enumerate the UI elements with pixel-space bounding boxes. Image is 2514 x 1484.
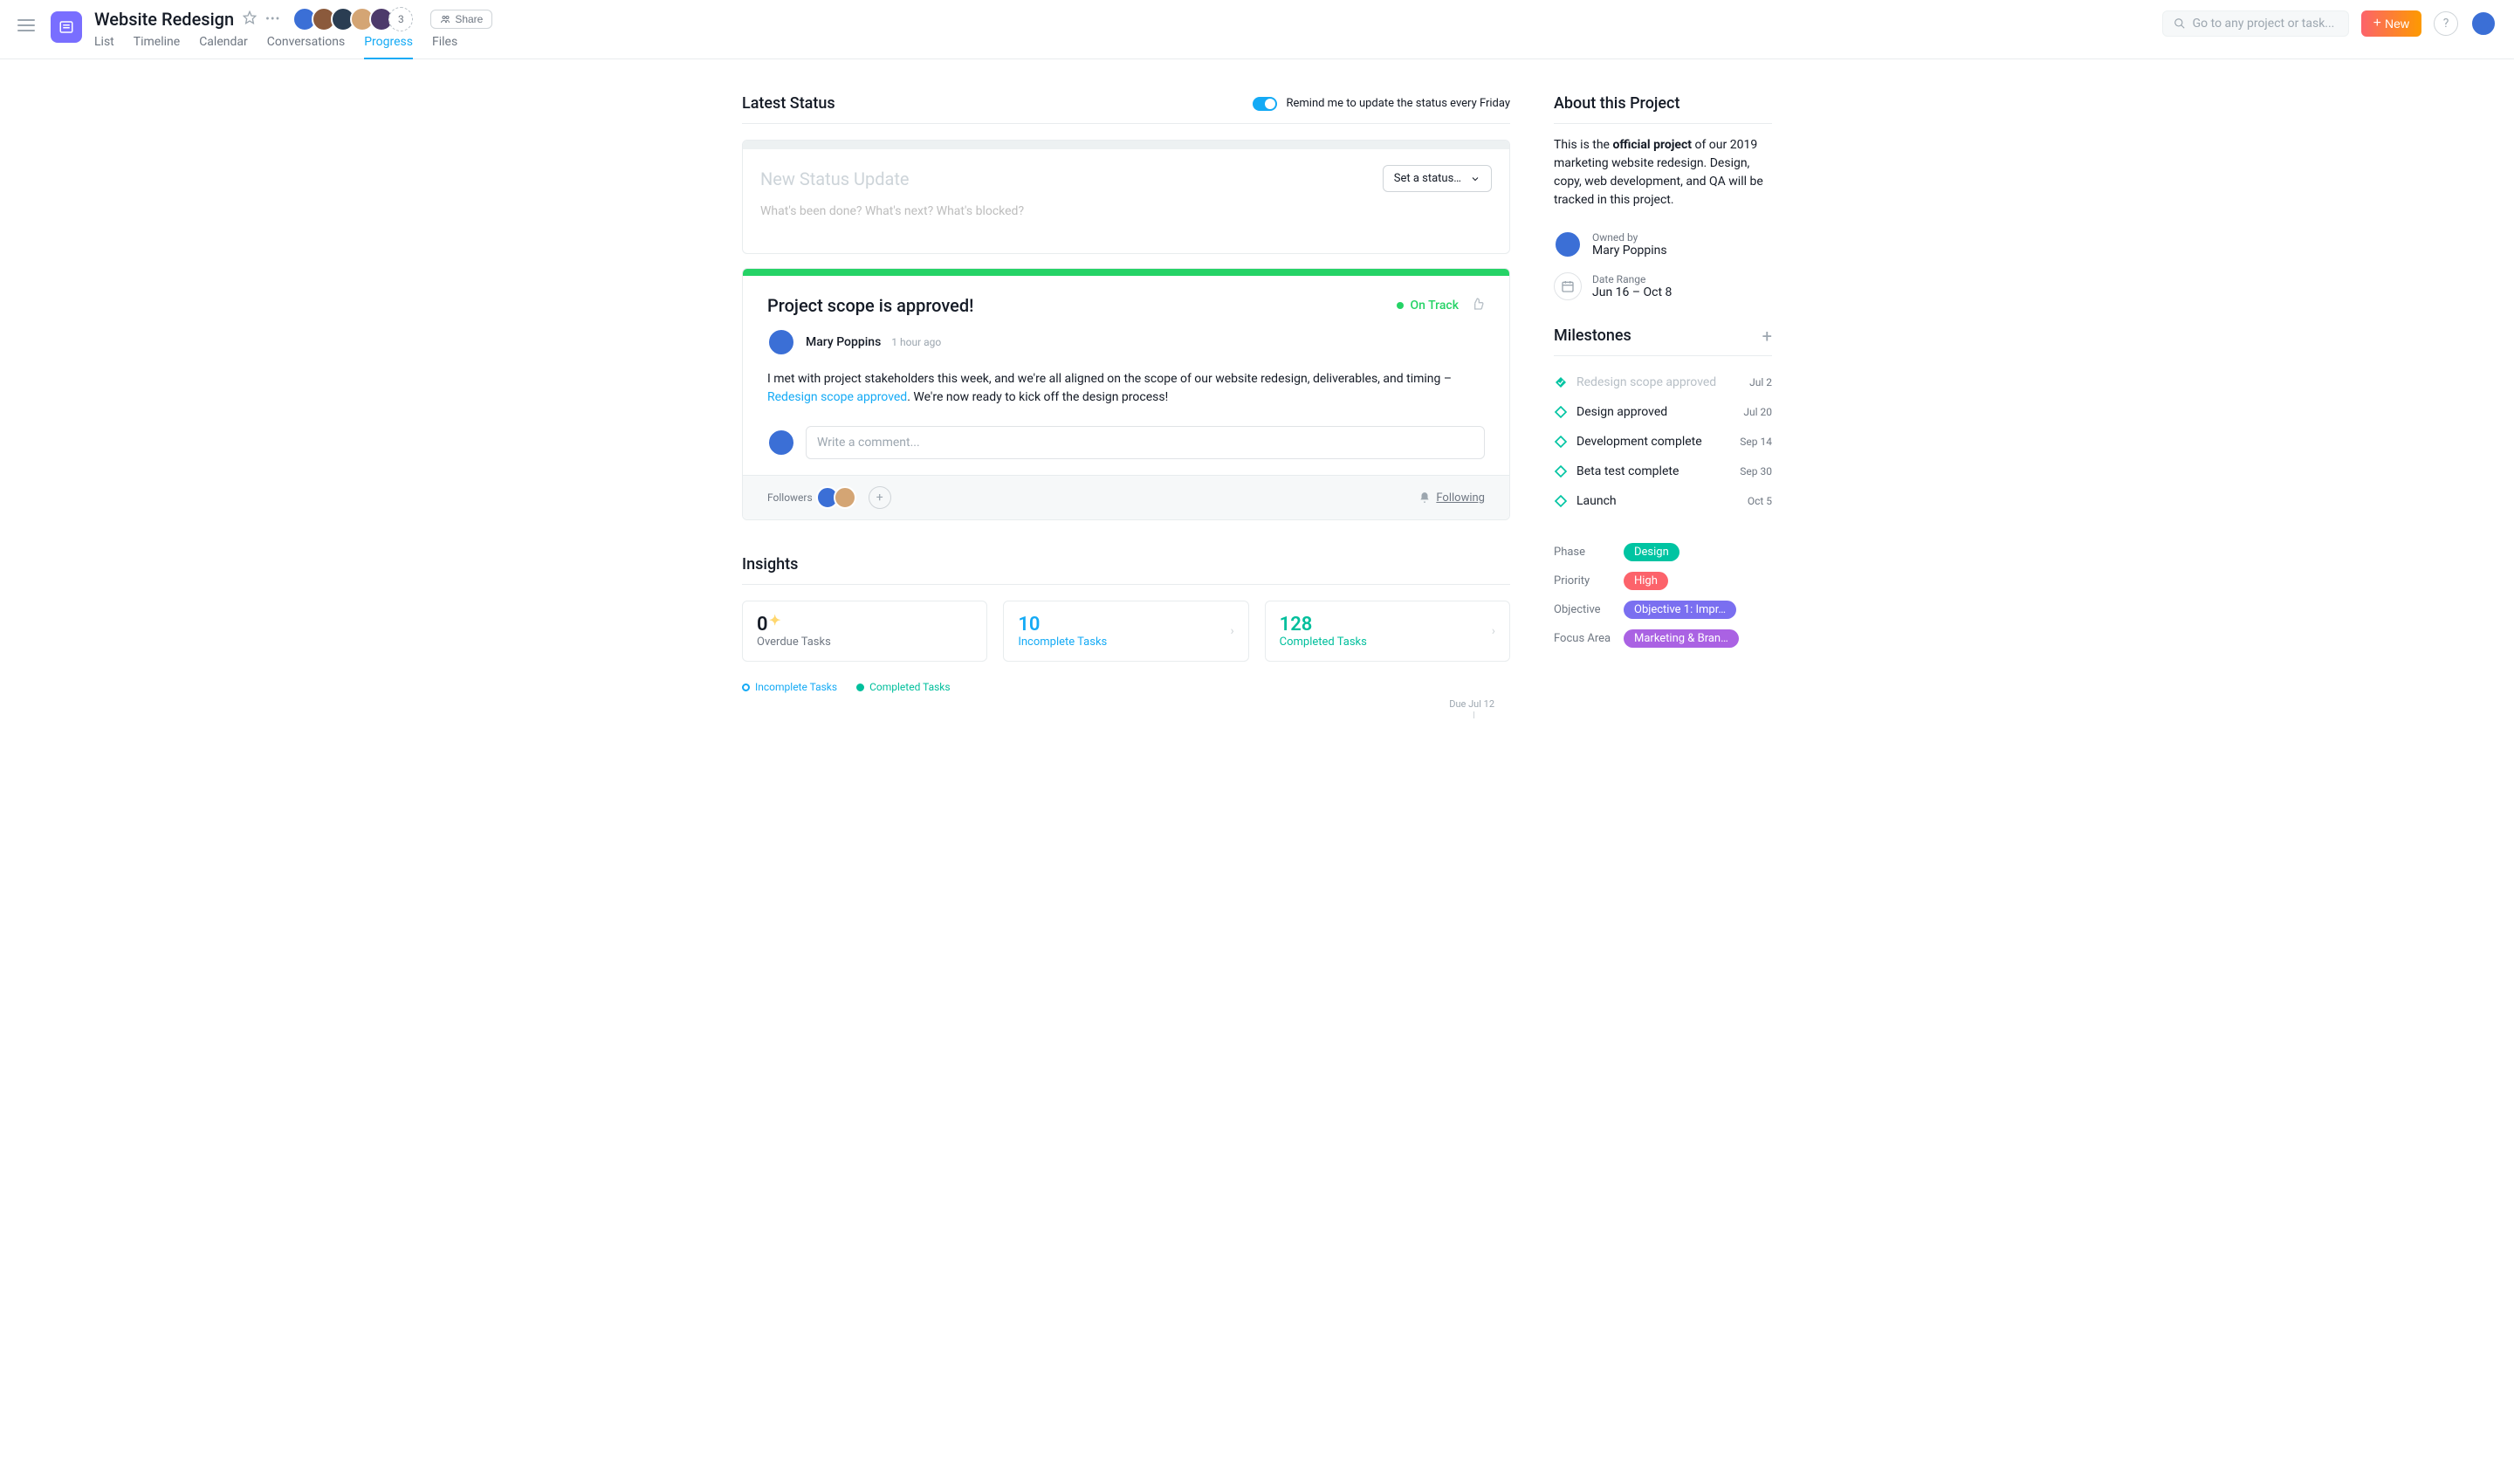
tabs: List Timeline Calendar Conversations Pro… <box>94 35 2497 59</box>
share-button[interactable]: Share <box>430 10 492 29</box>
milestone-label: Redesign scope approved <box>1576 375 1716 389</box>
milestone-row[interactable]: Launch Oct 5 <box>1554 494 1772 508</box>
cf-value-pill[interactable]: Objective 1: Impr… <box>1624 601 1736 619</box>
compose-title: New Status Update <box>760 168 910 189</box>
date-range-label: Date Range <box>1592 273 1672 285</box>
tab-calendar[interactable]: Calendar <box>199 35 248 59</box>
member-overflow-count[interactable]: 3 <box>388 7 413 31</box>
author-avatar[interactable] <box>767 328 795 356</box>
milestones-title: Milestones <box>1554 326 1631 345</box>
chevron-down-icon <box>1470 174 1480 184</box>
milestone-label: Launch <box>1576 494 1617 508</box>
insights-title: Insights <box>742 555 798 574</box>
insight-incomplete[interactable]: 10 Incomplete Tasks › <box>1003 601 1248 662</box>
calendar-icon <box>1554 272 1582 300</box>
milestone-date: Oct 5 <box>1748 495 1772 507</box>
search-input[interactable]: Go to any project or task... <box>2162 10 2349 37</box>
milestone-icon <box>1554 464 1568 478</box>
milestone-label: Development complete <box>1576 435 1702 449</box>
owner-name: Mary Poppins <box>1592 244 1667 258</box>
cf-label: Priority <box>1554 574 1624 587</box>
custom-field-row: ObjectiveObjective 1: Impr… <box>1554 601 1772 619</box>
cf-value-pill[interactable]: Design <box>1624 543 1679 561</box>
add-milestone-button[interactable]: + <box>1762 327 1772 345</box>
milestone-row[interactable]: Design approved Jul 20 <box>1554 405 1772 419</box>
following-button[interactable]: Following <box>1418 491 1485 505</box>
member-avatars[interactable]: 3 <box>298 7 413 31</box>
follower-avatar[interactable] <box>834 486 856 509</box>
milestone-date: Jul 2 <box>1749 376 1772 388</box>
milestone-icon <box>1554 494 1568 508</box>
cf-label: Phase <box>1554 546 1624 559</box>
milestone-icon <box>1554 405 1568 419</box>
star-icon[interactable] <box>243 10 257 28</box>
milestone-date: Sep 14 <box>1740 436 1772 448</box>
more-icon[interactable]: ••• <box>265 12 280 26</box>
milestone-date: Jul 20 <box>1743 406 1772 418</box>
about-body: This is the official project of our 2019… <box>1554 136 1772 210</box>
project-title: Website Redesign <box>94 9 234 30</box>
status-body: I met with project stakeholders this wee… <box>767 370 1485 407</box>
tab-list[interactable]: List <box>94 35 114 59</box>
date-range: Jun 16 – Oct 8 <box>1592 285 1672 299</box>
tab-progress[interactable]: Progress <box>364 35 413 59</box>
followers-label: Followers <box>767 491 813 504</box>
like-button[interactable] <box>1471 297 1485 314</box>
milestone-done-icon <box>1554 375 1568 389</box>
insights-due-label: Due Jul 12 <box>742 698 1494 710</box>
insight-overdue[interactable]: 0✦ Overdue Tasks <box>742 601 987 662</box>
tab-files[interactable]: Files <box>432 35 457 59</box>
cf-value-pill[interactable]: High <box>1624 572 1668 590</box>
author-name: Mary Poppins <box>806 335 881 349</box>
status-body-link[interactable]: Redesign scope approved <box>767 390 907 404</box>
remind-label: Remind me to update the status every Fri… <box>1286 97 1510 110</box>
cf-label: Focus Area <box>1554 632 1624 645</box>
owned-by-label: Owned by <box>1592 231 1667 244</box>
custom-field-row: PhaseDesign <box>1554 543 1772 561</box>
help-button[interactable]: ? <box>2434 11 2458 36</box>
legend-completed[interactable]: Completed Tasks <box>856 681 951 693</box>
remind-toggle[interactable] <box>1253 97 1277 111</box>
chevron-right-icon: › <box>1492 624 1495 638</box>
latest-status-title: Latest Status <box>742 94 835 113</box>
add-follower-button[interactable]: + <box>869 486 891 509</box>
tab-timeline[interactable]: Timeline <box>134 35 180 59</box>
legend-incomplete[interactable]: Incomplete Tasks <box>742 681 837 693</box>
cf-label: Objective <box>1554 603 1624 616</box>
milestone-date: Sep 30 <box>1740 465 1772 477</box>
status-title: Project scope is approved! <box>767 295 973 316</box>
about-title: About this Project <box>1554 94 1679 113</box>
insight-completed[interactable]: 128 Completed Tasks › <box>1265 601 1510 662</box>
milestone-row[interactable]: Development complete Sep 14 <box>1554 435 1772 449</box>
tab-conversations[interactable]: Conversations <box>267 35 345 59</box>
menu-icon[interactable] <box>17 19 35 31</box>
owner-avatar[interactable] <box>1554 230 1582 258</box>
custom-field-row: PriorityHigh <box>1554 572 1772 590</box>
comment-input[interactable]: Write a comment... <box>806 426 1485 459</box>
user-avatar[interactable] <box>2470 10 2497 37</box>
milestone-row[interactable]: Redesign scope approved Jul 2 <box>1554 375 1772 389</box>
cf-value-pill[interactable]: Marketing & Bran… <box>1624 629 1739 648</box>
set-status-dropdown[interactable]: Set a status… <box>1383 165 1492 192</box>
status-timestamp: 1 hour ago <box>891 336 941 348</box>
status-compose[interactable]: New Status Update Set a status… What's b… <box>742 140 1510 254</box>
milestone-row[interactable]: Beta test complete Sep 30 <box>1554 464 1772 478</box>
search-icon <box>2174 17 2186 30</box>
milestone-icon <box>1554 435 1568 449</box>
project-icon <box>51 11 82 43</box>
milestone-label: Beta test complete <box>1576 464 1679 478</box>
custom-field-row: Focus AreaMarketing & Bran… <box>1554 629 1772 648</box>
commenter-avatar <box>767 429 795 457</box>
milestone-label: Design approved <box>1576 405 1667 419</box>
bell-icon <box>1418 491 1431 504</box>
status-badge: On Track <box>1397 299 1460 313</box>
chevron-right-icon: › <box>1230 624 1233 638</box>
compose-placeholder[interactable]: What's been done? What's next? What's bl… <box>760 204 1492 218</box>
new-button[interactable]: + New <box>2361 10 2421 37</box>
